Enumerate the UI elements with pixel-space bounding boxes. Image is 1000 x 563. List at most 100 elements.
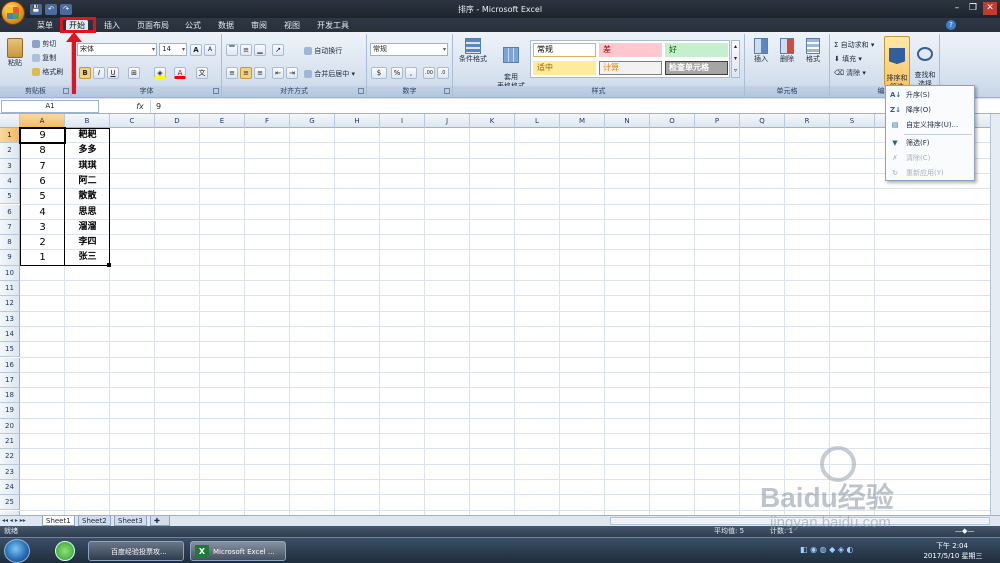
dialog-launcher-icon[interactable] xyxy=(63,88,69,94)
italic-button[interactable]: I xyxy=(93,67,105,79)
shrink-font-button[interactable]: A xyxy=(204,44,216,56)
tab-page-layout[interactable]: 页面布局 xyxy=(134,19,172,32)
row-header-18[interactable]: 18 xyxy=(0,388,20,404)
save-icon[interactable]: 💾 xyxy=(30,3,42,15)
row-header-8[interactable]: 8 xyxy=(0,235,20,251)
sheet-tab-1[interactable]: Sheet1 xyxy=(42,516,75,526)
row-header-17[interactable]: 17 xyxy=(0,372,20,389)
autosum-button[interactable]: Σ 自动求和 ▾ xyxy=(834,40,874,50)
align-bottom-icon[interactable]: ▁ xyxy=(254,44,266,56)
conditional-format-button[interactable]: 条件格式 xyxy=(457,38,489,64)
increase-indent-icon[interactable]: ⇥ xyxy=(286,67,298,79)
column-header-C[interactable]: C xyxy=(110,114,155,128)
row-header-9[interactable]: 9 xyxy=(0,250,20,266)
currency-icon[interactable]: $ xyxy=(371,67,387,79)
row-header-16[interactable]: 16 xyxy=(0,357,20,373)
menu-item-custom-sort[interactable]: ▤ 自定义排序(U)... xyxy=(886,118,974,133)
insert-cells-button[interactable]: 插入 xyxy=(749,38,773,64)
menu-item-sort-desc[interactable]: Z↓ 降序(O) xyxy=(886,103,974,118)
column-header-K[interactable]: K xyxy=(470,114,515,128)
cell-style-2[interactable]: 差 xyxy=(599,43,662,57)
column-header-M[interactable]: M xyxy=(560,114,605,128)
row-header-19[interactable]: 19 xyxy=(0,403,20,419)
align-center-icon[interactable]: ≡ xyxy=(240,67,252,79)
help-icon[interactable]: ? xyxy=(946,20,956,30)
taskbar-item-browser[interactable]: 百度经验投票攻... xyxy=(88,541,184,561)
formula-input[interactable]: 9 xyxy=(150,100,988,113)
row-header-12[interactable]: 12 xyxy=(0,296,20,312)
orientation-icon[interactable]: ↗ xyxy=(272,44,284,56)
close-button[interactable]: ✕ xyxy=(983,2,997,15)
cell-style-5[interactable]: 计算 xyxy=(599,61,662,75)
row-header-23[interactable]: 23 xyxy=(0,464,20,480)
align-right-icon[interactable]: ≡ xyxy=(254,67,266,79)
align-top-icon[interactable]: ▔ xyxy=(226,44,238,56)
decrease-decimal-icon[interactable]: .0 xyxy=(437,67,449,79)
sheet-nav-arrows-icon[interactable]: ◂◂ ◂ ▸ ▸▸ xyxy=(2,517,26,524)
increase-decimal-button[interactable]: .00 xyxy=(423,67,435,79)
align-middle-icon[interactable]: ≡ xyxy=(240,44,252,56)
row-header-4[interactable]: 4 xyxy=(0,173,20,190)
restore-button[interactable]: ❐ xyxy=(966,2,980,15)
fill-handle[interactable] xyxy=(107,262,111,267)
vertical-scrollbar[interactable] xyxy=(990,114,1000,515)
delete-cells-button[interactable]: 删除 xyxy=(775,38,799,64)
cut-button[interactable]: 剪切 xyxy=(32,39,56,49)
start-button[interactable] xyxy=(4,539,30,563)
row-header-15[interactable]: 15 xyxy=(0,342,20,358)
decrease-indent-icon[interactable]: ⇤ xyxy=(272,67,284,79)
phonetic-button[interactable]: 文 xyxy=(196,67,208,79)
clear-button[interactable]: ⌫ 清除 ▾ xyxy=(834,68,866,78)
column-header-P[interactable]: P xyxy=(695,114,740,128)
copy-button[interactable]: 复制 xyxy=(32,53,56,63)
font-size-dropdown[interactable]: 14 ▾ xyxy=(159,43,187,56)
column-header-E[interactable]: E xyxy=(200,114,245,128)
name-box[interactable]: A1 xyxy=(1,100,99,113)
tab-review[interactable]: 审阅 xyxy=(248,19,270,32)
row-header-6[interactable]: 6 xyxy=(0,204,20,220)
column-header-G[interactable]: G xyxy=(290,114,335,128)
row-header-3[interactable]: 3 xyxy=(0,158,20,174)
underline-button[interactable]: U xyxy=(107,67,119,79)
row-header-11[interactable]: 11 xyxy=(0,281,20,297)
row-header-22[interactable]: 22 xyxy=(0,449,20,465)
column-header-S[interactable]: S xyxy=(830,114,875,128)
tab-developer[interactable]: 开发工具 xyxy=(314,19,352,32)
merge-center-button[interactable]: 合并后居中 ▾ xyxy=(304,69,355,79)
column-header-H[interactable]: H xyxy=(335,114,380,128)
column-header-L[interactable]: L xyxy=(515,114,560,128)
row-header-20[interactable]: 20 xyxy=(0,418,20,434)
browser-icon[interactable] xyxy=(55,541,75,561)
cell-style-6[interactable]: 检查单元格 xyxy=(665,61,728,75)
cell-style-4[interactable]: 适中 xyxy=(533,61,596,75)
dialog-launcher-icon[interactable] xyxy=(213,88,219,94)
column-header-O[interactable]: O xyxy=(650,114,695,128)
comma-button[interactable]: , xyxy=(405,67,417,79)
column-header-Q[interactable]: Q xyxy=(740,114,785,128)
row-header-24[interactable]: 24 xyxy=(0,479,20,496)
row-header-2[interactable]: 2 xyxy=(0,143,20,159)
column-header-R[interactable]: R xyxy=(785,114,830,128)
grow-font-button[interactable]: A xyxy=(190,44,202,56)
tab-formulas[interactable]: 公式 xyxy=(182,19,204,32)
dialog-launcher-icon[interactable] xyxy=(358,88,364,94)
format-painter-button[interactable]: 格式刷 xyxy=(32,67,63,77)
sheet-tab-2[interactable]: Sheet2 xyxy=(78,516,111,526)
column-header-J[interactable]: J xyxy=(425,114,470,128)
row-header-1[interactable]: 1 xyxy=(0,128,20,144)
format-cells-button[interactable]: 格式 xyxy=(801,38,825,64)
column-header-D[interactable]: D xyxy=(155,114,200,128)
row-header-21[interactable]: 21 xyxy=(0,434,20,450)
column-header-A[interactable]: A xyxy=(20,114,65,128)
fill-button[interactable]: ⬇ 填充 ▾ xyxy=(834,54,862,64)
column-header-B[interactable]: B xyxy=(65,114,110,128)
sort-filter-button[interactable]: 排序和 筛选 xyxy=(884,36,910,91)
column-header-N[interactable]: N xyxy=(605,114,650,128)
insert-function-button[interactable]: fx xyxy=(133,100,147,113)
undo-icon[interactable]: ↶ xyxy=(45,3,57,15)
borders-button[interactable]: ⊞ xyxy=(128,67,140,79)
font-color-button[interactable]: A xyxy=(174,67,186,79)
align-left-icon[interactable]: ≡ xyxy=(226,67,238,79)
sheet-tab-3[interactable]: Sheet3 xyxy=(114,516,147,526)
tab-insert[interactable]: 插入 xyxy=(101,19,123,32)
